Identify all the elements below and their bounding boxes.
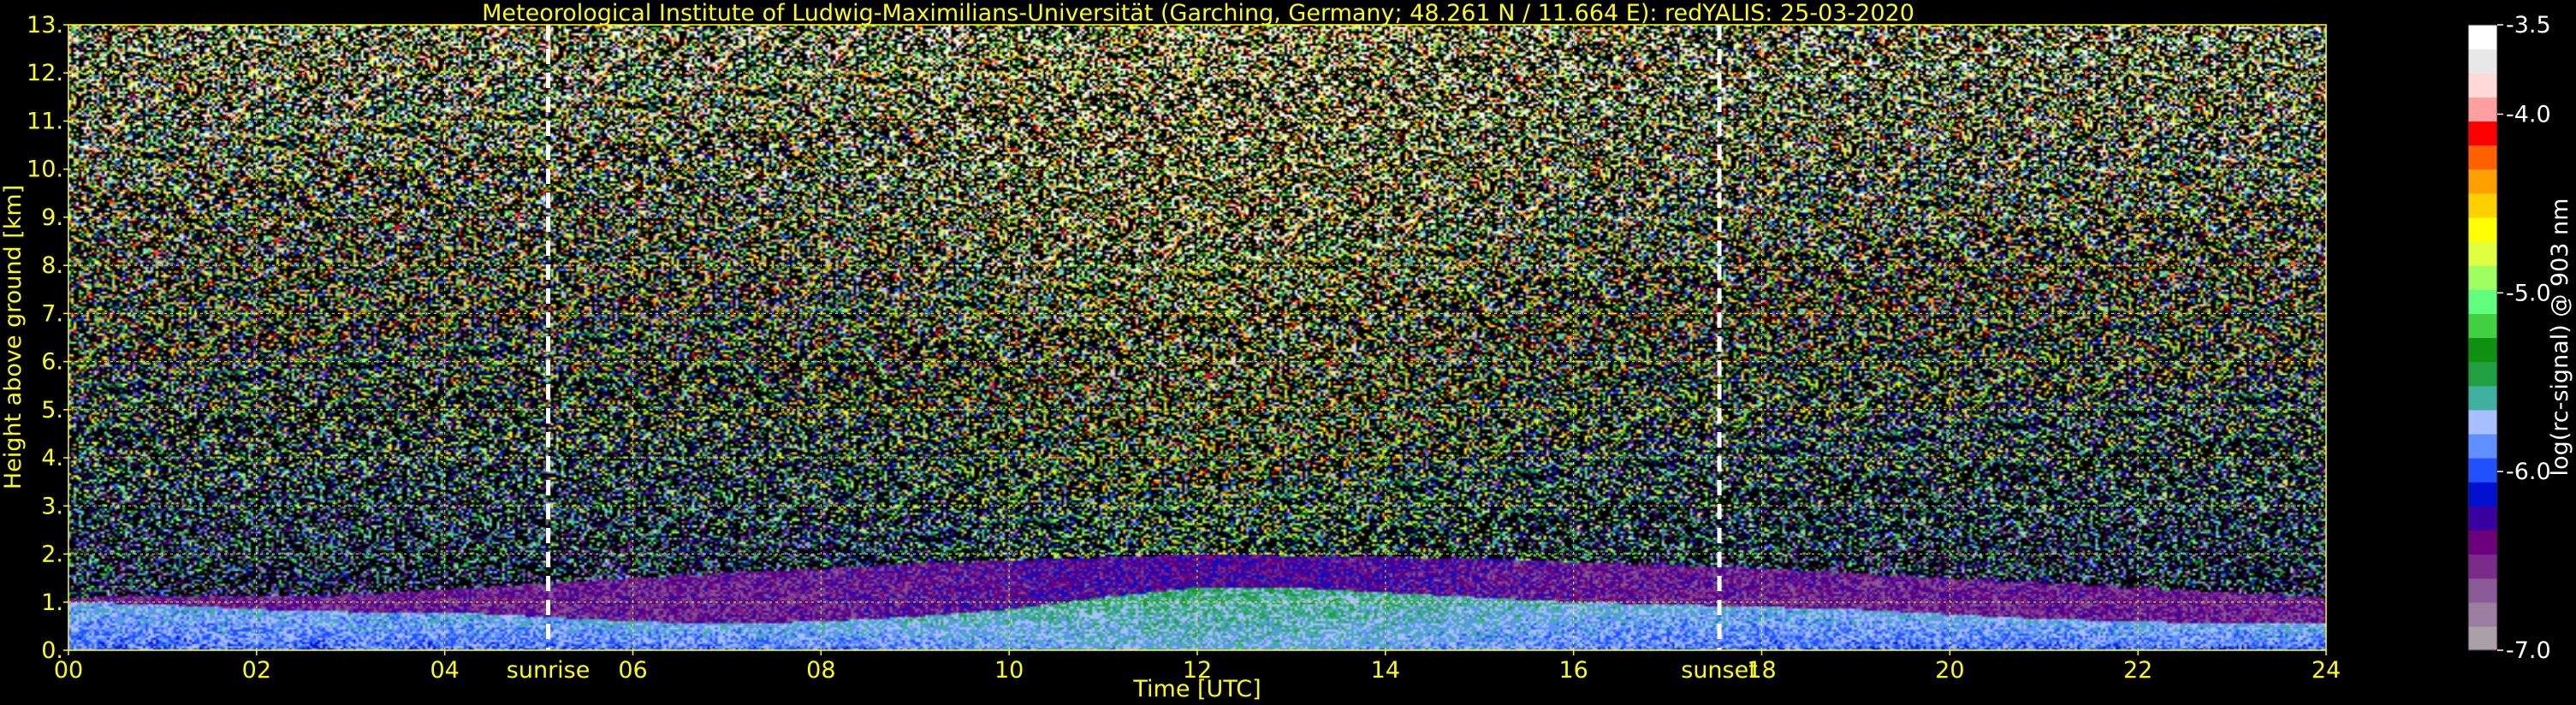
x-tick-label: 24 xyxy=(2312,657,2341,684)
y-tick-label: 7. xyxy=(41,300,63,327)
colorbar-swatch xyxy=(2468,25,2497,50)
chart-title: Meteorological Institute of Ludwig-Maxim… xyxy=(482,0,1914,27)
y-tick-label: 4. xyxy=(41,445,63,471)
x-tick-label: 06 xyxy=(618,657,647,684)
colorbar-swatch xyxy=(2468,625,2497,651)
colorbar-swatch xyxy=(2468,554,2497,579)
y-tick-label: 13. xyxy=(27,12,63,39)
y-tick-label: 0. xyxy=(41,637,63,664)
colorbar-swatch xyxy=(2468,337,2497,363)
colorbar-tick-label: -7.0 xyxy=(2506,637,2551,664)
x-axis-label: Time [UTC] xyxy=(1132,676,1261,702)
colorbar-swatch xyxy=(2468,145,2497,170)
x-tick-label: 22 xyxy=(2123,657,2152,684)
colorbar-swatch xyxy=(2468,361,2497,387)
x-tick-label: 16 xyxy=(1558,657,1588,684)
colorbar xyxy=(2467,24,2498,651)
colorbar-swatch xyxy=(2468,601,2497,627)
colorbar-swatch xyxy=(2468,385,2497,411)
colorbar-tick-label: -5.0 xyxy=(2506,280,2551,306)
x-tick-label: 02 xyxy=(242,657,271,684)
colorbar-swatch xyxy=(2468,73,2497,98)
y-tick-label: 1. xyxy=(41,589,63,616)
sunrise-label: sunrise xyxy=(507,657,591,684)
colorbar-swatch xyxy=(2468,313,2497,339)
colorbar-swatch xyxy=(2468,409,2497,435)
colorbar-swatch xyxy=(2468,578,2497,603)
colorbar-label: log(rc-signal) @ 903 nm xyxy=(2547,198,2573,477)
x-tick-label: 20 xyxy=(1935,657,1964,684)
y-tick-label: 5. xyxy=(41,397,63,424)
colorbar-swatch xyxy=(2468,241,2497,266)
x-tick-label: 08 xyxy=(806,657,835,684)
y-tick-label: 10. xyxy=(27,157,63,183)
colorbar-swatch xyxy=(2468,458,2497,483)
plot-area xyxy=(68,24,2327,651)
colorbar-tick-label: -4.0 xyxy=(2506,101,2551,127)
colorbar-swatch xyxy=(2468,482,2497,507)
x-tick-label: 10 xyxy=(994,657,1024,684)
y-tick-label: 2. xyxy=(41,542,63,568)
y-tick-label: 8. xyxy=(41,252,63,279)
colorbar-swatch xyxy=(2468,169,2497,194)
x-tick-label: 14 xyxy=(1371,657,1400,684)
colorbar-swatch xyxy=(2468,121,2497,146)
colorbar-tick-label: -3.5 xyxy=(2506,12,2551,39)
colorbar-swatch xyxy=(2468,193,2497,218)
sunset-label: sunset xyxy=(1681,657,1758,684)
lidar-backscatter-figure: Meteorological Institute of Ludwig-Maxim… xyxy=(0,0,2576,705)
colorbar-swatch xyxy=(2468,265,2497,290)
y-axis-label: Height above ground [km] xyxy=(0,185,27,489)
colorbar-swatch xyxy=(2468,433,2497,459)
y-tick-label: 9. xyxy=(41,204,63,231)
colorbar-swatch xyxy=(2468,49,2497,74)
colorbar-swatch xyxy=(2468,97,2497,122)
y-tick-label: 12. xyxy=(27,60,63,86)
y-tick-label: 11. xyxy=(27,108,63,134)
colorbar-tick-label: -6.0 xyxy=(2506,459,2551,485)
y-tick-label: 3. xyxy=(41,493,63,519)
colorbar-swatch xyxy=(2468,289,2497,314)
colorbar-swatch xyxy=(2468,530,2497,555)
x-tick-label: 04 xyxy=(430,657,459,684)
colorbar-swatch xyxy=(2468,506,2497,531)
y-tick-label: 6. xyxy=(41,349,63,376)
colorbar-swatch xyxy=(2468,216,2497,242)
